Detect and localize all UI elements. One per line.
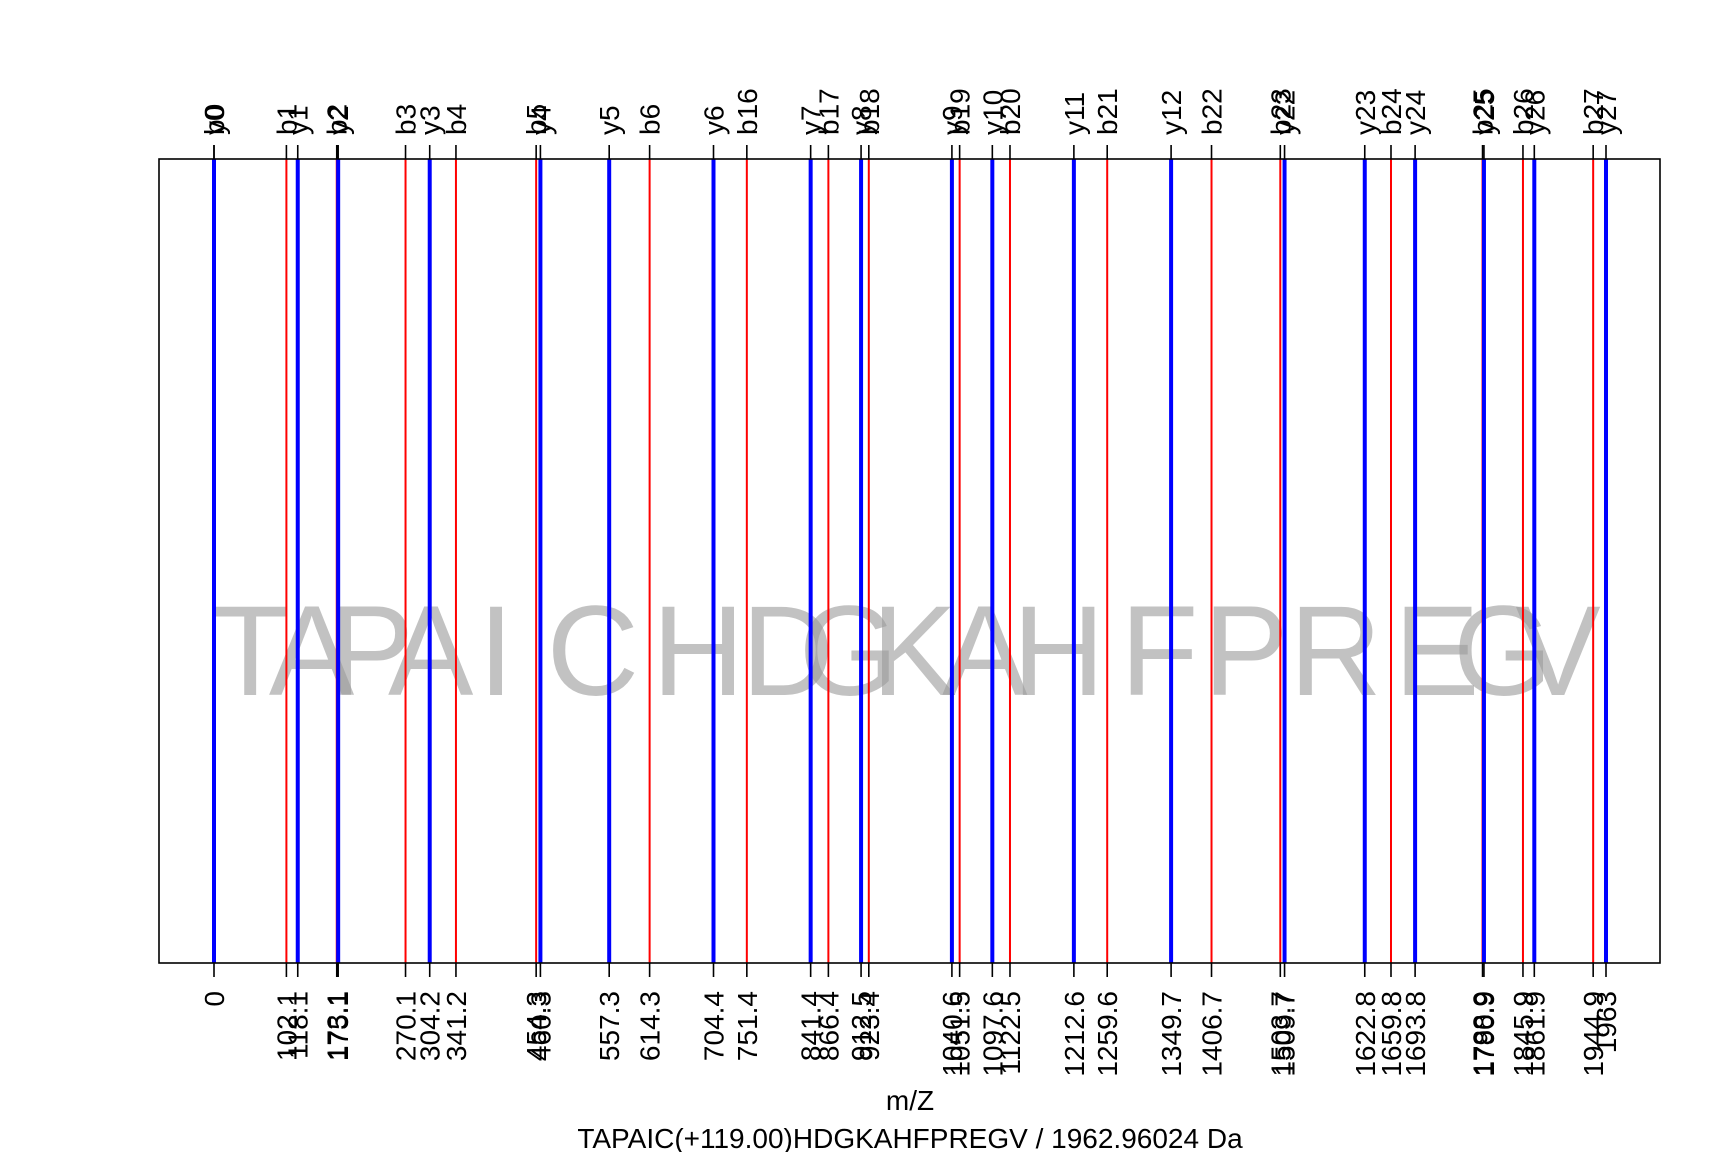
top-axis: b0 b1 b2 b3 b4 b5 b6 b16 b17 b18 b19 b20 b21 b22 b23 b2…: [199, 88, 1622, 159]
ion-label: y1: [283, 105, 314, 135]
ion-label: y11: [1059, 92, 1090, 135]
ion-label: y3: [415, 105, 446, 135]
ion-label: y2: [323, 105, 354, 135]
ion-label: y12: [1156, 90, 1187, 135]
x-axis-title: m/Z: [886, 1085, 934, 1116]
sequence-letter: H: [1012, 580, 1104, 723]
ion-label: b22: [1197, 88, 1228, 135]
tick-label: 0: [199, 991, 230, 1007]
tick-label: 1790.9: [1469, 991, 1500, 1077]
ion-label: y25: [1469, 90, 1500, 135]
tick-label: 1693.8: [1400, 991, 1431, 1077]
ion-label: y23: [1350, 90, 1381, 135]
ion-label: b16: [732, 88, 763, 135]
ion-label: y22: [1270, 90, 1301, 135]
tick-label: 118.1: [283, 991, 314, 1059]
ion-label: y9: [937, 105, 968, 135]
tick-label: 923.4: [854, 991, 885, 1061]
sequence-letters: TAPA I C HDGKAH F P R EGV: [211, 580, 1601, 723]
fragment-ion-chart: TAPA I C HDGKAH F P R EGV b0 b1 b2 b3 b4 b5 b6 b16 b17 b…: [158, 88, 1661, 1152]
ion-label: y10: [977, 90, 1008, 135]
tick-label: 175.1: [323, 991, 354, 1061]
sequence-letter: P: [1203, 580, 1288, 723]
tick-label: 1259.6: [1092, 991, 1123, 1077]
ion-label: y4: [525, 105, 556, 135]
ion-lines: [212, 159, 1608, 963]
bottom-axis: 0 102.1118.1 173.1175.1 270.1304.2341.2 454.…: [199, 963, 1622, 1077]
sequence-letter: I: [478, 580, 514, 723]
tick-label: 704.4: [699, 991, 730, 1061]
sequence-letter: F: [1120, 580, 1198, 723]
tick-label: 1509.7: [1270, 991, 1301, 1077]
ion-label: y6: [699, 105, 730, 135]
tick-label: 1051.5: [945, 991, 976, 1077]
tick-label: 866.4: [813, 991, 844, 1061]
chart-title: TAPAIC(+119.00)HDGKAHFPREGV / 1962.96024…: [577, 1123, 1243, 1152]
ion-label: y8: [846, 105, 877, 135]
ion-label: b6: [635, 104, 666, 135]
ion-label: y7: [796, 105, 827, 135]
ion-label: y0: [199, 105, 230, 135]
ion-label: y24: [1400, 90, 1431, 135]
tick-label: 751.4: [732, 991, 763, 1061]
plot-frame: [158, 158, 1661, 964]
tick-label: 341.2: [441, 991, 472, 1061]
sequence-letter: H: [652, 580, 744, 723]
sequence-letter: R: [1289, 580, 1381, 723]
sequence-letter: V: [1515, 580, 1600, 723]
tick-label: 1349.7: [1156, 991, 1187, 1077]
tick-label: 1122.5: [995, 991, 1026, 1075]
ion-label: b21: [1092, 88, 1123, 135]
sequence-letter: C: [547, 580, 639, 723]
tick-label: 460.3: [525, 991, 556, 1061]
ion-label: y27: [1591, 90, 1622, 135]
ion-label: y5: [594, 105, 625, 135]
tick-label: 1212.6: [1059, 991, 1090, 1077]
tick-label: 1861.9: [1519, 991, 1550, 1077]
tick-label: 1963: [1591, 991, 1622, 1053]
ion-label: y26: [1519, 90, 1550, 135]
tick-label: 557.3: [594, 991, 625, 1061]
tick-label: 614.3: [635, 991, 666, 1061]
tick-label: 1406.7: [1197, 991, 1228, 1077]
